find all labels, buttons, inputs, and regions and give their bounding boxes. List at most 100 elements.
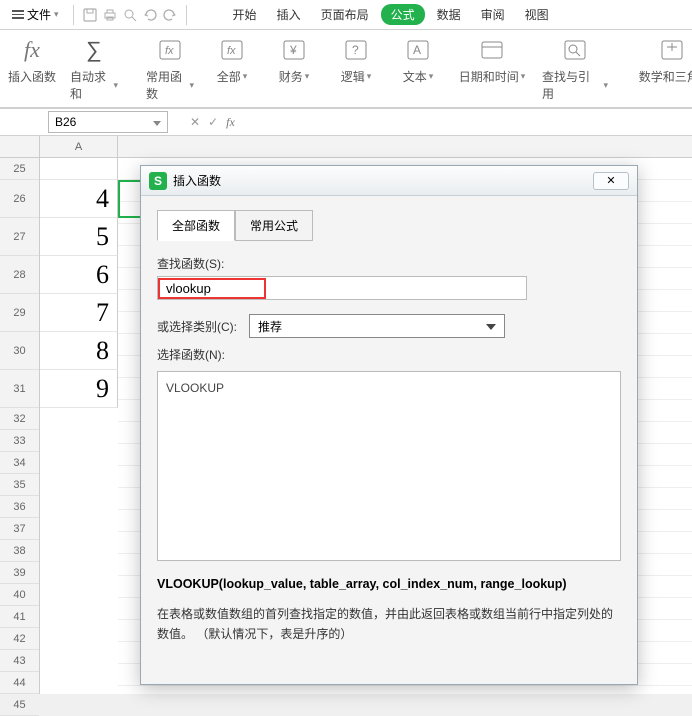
search-box-icon xyxy=(561,36,589,64)
row-header[interactable]: 26 xyxy=(0,180,39,218)
row-header[interactable]: 42 xyxy=(0,628,39,650)
row-header[interactable]: 31 xyxy=(0,370,39,408)
category-select[interactable]: 推荐 xyxy=(249,314,505,338)
category-label: 或选择类别(C): xyxy=(157,318,237,335)
function-signature: VLOOKUP(lookup_value, table_array, col_i… xyxy=(157,575,621,594)
ribbon-label: 查找与引用 xyxy=(542,68,601,102)
list-item[interactable]: VLOOKUP xyxy=(164,378,614,398)
chevron-down-icon: ▾ xyxy=(113,80,118,91)
tab-start[interactable]: 开始 xyxy=(225,2,265,27)
text-button[interactable]: A 文本▾ xyxy=(394,36,442,85)
calendar-icon xyxy=(478,36,506,64)
name-box-value: B26 xyxy=(55,115,76,129)
row-header[interactable]: 35 xyxy=(0,474,39,496)
fx-icon: fx xyxy=(18,36,46,64)
undo-icon[interactable] xyxy=(142,7,158,23)
formula-input[interactable] xyxy=(241,111,692,133)
cell[interactable]: 6 xyxy=(40,256,118,294)
ribbon: fx 插入函数 ∑ 自动求和▾ fx 常用函数▾ fx 全部▾ ¥ 财务▾ ? … xyxy=(0,30,692,108)
row-header[interactable]: 37 xyxy=(0,518,39,540)
lookup-button[interactable]: 查找与引用▾ xyxy=(542,36,608,102)
tab-common-formulas[interactable]: 常用公式 xyxy=(235,210,313,241)
row-header[interactable]: 33 xyxy=(0,430,39,452)
cell[interactable] xyxy=(40,158,118,180)
fx-icon[interactable]: fx xyxy=(226,115,235,130)
tab-all-functions[interactable]: 全部函数 xyxy=(157,210,235,241)
svg-text:fx: fx xyxy=(165,45,174,57)
ribbon-label: 插入函数 xyxy=(8,68,56,85)
chevron-down-icon: ▾ xyxy=(243,71,248,82)
row-header[interactable]: 34 xyxy=(0,452,39,474)
chevron-down-icon: ▾ xyxy=(521,71,526,82)
redo-icon[interactable] xyxy=(162,7,178,23)
tab-formula[interactable]: 公式 xyxy=(381,4,425,25)
print-preview-icon[interactable] xyxy=(122,7,138,23)
close-icon: ✕ xyxy=(606,174,615,187)
tab-layout[interactable]: 页面布局 xyxy=(313,2,377,27)
datetime-button[interactable]: 日期和时间▾ xyxy=(456,36,528,85)
row-header[interactable]: 36 xyxy=(0,496,39,518)
dialog-title-text: 插入函数 xyxy=(173,172,221,189)
category-value: 推荐 xyxy=(258,318,282,335)
row-header[interactable]: 41 xyxy=(0,606,39,628)
search-function-input-wrapper xyxy=(157,276,527,300)
row-header[interactable]: 45 xyxy=(0,694,39,716)
save-icon[interactable] xyxy=(82,7,98,23)
separator xyxy=(186,5,187,25)
accept-icon[interactable]: ✓ xyxy=(208,115,218,129)
file-menu[interactable]: 文件 ▾ xyxy=(6,3,65,26)
cell[interactable]: 4 xyxy=(40,180,118,218)
row-header[interactable]: 44 xyxy=(0,672,39,694)
highlight-box xyxy=(158,278,266,299)
question-icon: ? xyxy=(342,36,370,64)
text-a-icon: A xyxy=(404,36,432,64)
function-listbox[interactable]: VLOOKUP xyxy=(157,371,621,561)
finance-button[interactable]: ¥ 财务▾ xyxy=(270,36,318,85)
fx-box-icon: fx xyxy=(218,36,246,64)
math-icon xyxy=(658,36,686,64)
ribbon-label: 财务 xyxy=(279,68,303,85)
cell[interactable]: 7 xyxy=(40,294,118,332)
chevron-down-icon: ▾ xyxy=(189,80,194,91)
ribbon-label: 常用函数 xyxy=(146,68,187,102)
chevron-down-icon: ▾ xyxy=(367,71,372,82)
tab-data[interactable]: 数据 xyxy=(429,2,469,27)
row-header[interactable]: 27 xyxy=(0,218,39,256)
ribbon-label: 数学和三角 xyxy=(639,68,692,85)
row-header[interactable]: 32 xyxy=(0,408,39,430)
column-header-a[interactable]: A xyxy=(40,136,118,158)
insert-function-button[interactable]: fx 插入函数 xyxy=(8,36,56,85)
row-header[interactable]: 39 xyxy=(0,562,39,584)
row-header[interactable]: 29 xyxy=(0,294,39,332)
row-header[interactable]: 43 xyxy=(0,650,39,672)
row-header[interactable]: 30 xyxy=(0,332,39,370)
print-icon[interactable] xyxy=(102,7,118,23)
cell[interactable]: 5 xyxy=(40,218,118,256)
app-logo-icon: S xyxy=(149,172,167,190)
cell[interactable]: 8 xyxy=(40,332,118,370)
math-button[interactable]: 数学和三角▾ xyxy=(636,36,692,85)
ribbon-label: 日期和时间 xyxy=(459,68,519,85)
close-button[interactable]: ✕ xyxy=(593,172,629,190)
dialog-titlebar[interactable]: S 插入函数 ✕ xyxy=(141,166,637,196)
column-headers[interactable] xyxy=(118,136,692,158)
select-all-corner[interactable] xyxy=(0,136,39,158)
autosum-button[interactable]: ∑ 自动求和▾ xyxy=(70,36,118,102)
chevron-down-icon: ▾ xyxy=(429,71,434,82)
cancel-icon[interactable]: ✕ xyxy=(190,115,200,129)
ribbon-label: 自动求和 xyxy=(70,68,111,102)
name-box[interactable]: B26 xyxy=(48,111,168,133)
row-header[interactable]: 28 xyxy=(0,256,39,294)
search-function-input[interactable] xyxy=(160,281,264,296)
row-header[interactable]: 40 xyxy=(0,584,39,606)
row-header[interactable]: 25 xyxy=(0,158,39,180)
row-header[interactable]: 38 xyxy=(0,540,39,562)
ribbon-label: 逻辑 xyxy=(341,68,365,85)
cell[interactable]: 9 xyxy=(40,370,118,408)
logic-button[interactable]: ? 逻辑▾ xyxy=(332,36,380,85)
tab-view[interactable]: 视图 xyxy=(517,2,557,27)
tab-review[interactable]: 审阅 xyxy=(473,2,513,27)
tab-insert[interactable]: 插入 xyxy=(269,2,309,27)
recent-functions-button[interactable]: fx 常用函数▾ xyxy=(146,36,194,102)
all-functions-button[interactable]: fx 全部▾ xyxy=(208,36,256,85)
